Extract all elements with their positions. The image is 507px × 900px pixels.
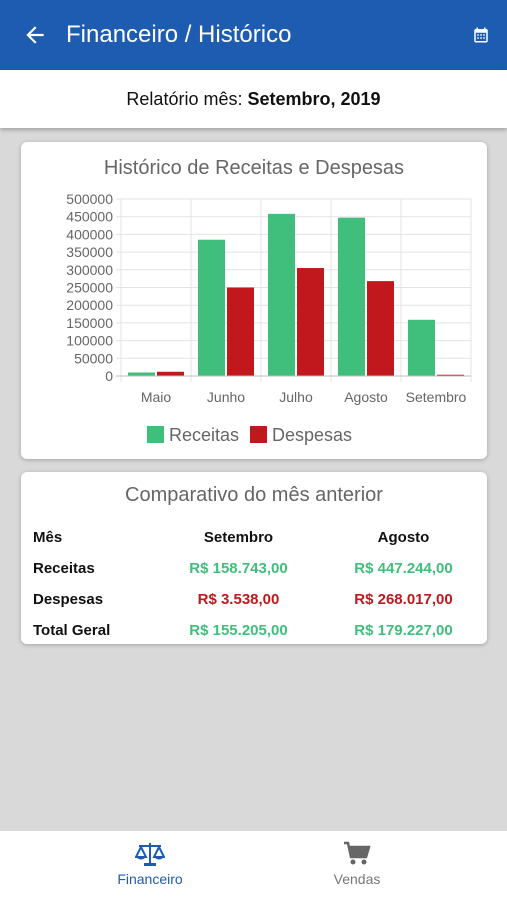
y-tick-label: 300000: [66, 262, 113, 278]
x-tick-label: Agosto: [344, 389, 388, 405]
y-tick-label: 150000: [66, 315, 113, 331]
legend-label: Despesas: [272, 425, 352, 445]
table-row: Receitas R$ 158.743,00 R$ 447.244,00: [21, 557, 487, 588]
bar-despesas: [227, 287, 254, 376]
row-label: Receitas: [33, 560, 95, 577]
comparison-header-row: Mês Setembro Agosto: [21, 526, 487, 557]
row-previous-value: R$ 447.244,00: [354, 560, 453, 577]
x-tick-label: Setembro: [406, 389, 467, 405]
legend-label: Receitas: [169, 425, 239, 445]
row-label: Total Geral: [33, 622, 111, 639]
calendar-icon[interactable]: [472, 26, 490, 44]
header-current: Setembro: [203, 529, 274, 546]
cart-icon: [344, 841, 371, 865]
bar-despesas: [157, 371, 184, 376]
arrow-left-icon[interactable]: [22, 22, 48, 48]
nav-vendas[interactable]: Vendas: [297, 841, 417, 887]
y-tick-label: 450000: [66, 209, 113, 225]
x-tick-label: Junho: [207, 389, 245, 405]
chart-title: Histórico de Receitas e Despesas: [104, 157, 404, 179]
nav-vendas-label: Vendas: [333, 871, 381, 887]
report-month-header: Relatório mês: Setembro, 2019: [0, 70, 507, 128]
row-label: Despesas: [33, 591, 104, 608]
bar-receitas: [128, 372, 155, 376]
balance-scale-icon: [135, 843, 165, 866]
history-chart-card: Histórico de Receitas e Despesas 500000 45…: [21, 142, 487, 459]
bar-receitas: [198, 239, 225, 376]
y-tick-label: 250000: [66, 280, 113, 296]
table-row: Total Geral R$ 155.205,00 R$ 179.227,00: [21, 619, 487, 650]
y-tick-label: 200000: [66, 297, 113, 313]
bar-despesas: [297, 268, 324, 376]
history-bar-chart: Histórico de Receitas e Despesas50000045…: [66, 157, 472, 445]
nav-financeiro-label: Financeiro: [117, 871, 183, 887]
x-tick-label: Julho: [279, 389, 313, 405]
row-current-value: R$ 155.205,00: [189, 622, 288, 639]
bottom-navigation: Financeiro Vendas: [0, 831, 507, 900]
bar-receitas: [338, 217, 365, 376]
nav-financeiro[interactable]: Financeiro: [90, 841, 210, 887]
y-tick-label: 350000: [66, 244, 113, 260]
bar-receitas: [408, 319, 435, 376]
row-previous-value: R$ 179.227,00: [354, 622, 453, 639]
header-month: Mês: [33, 529, 63, 546]
x-tick-label: Maio: [141, 389, 172, 405]
bar-despesas: [367, 281, 394, 376]
report-month-value: Setembro, 2019: [247, 89, 381, 109]
y-tick-label: 0: [105, 368, 113, 384]
comparison-card: Comparativo do mês anterior Mês Setembro…: [21, 472, 487, 644]
row-previous-value: R$ 268.017,00: [354, 591, 453, 608]
comparison-table: Mês Setembro Agosto Receitas R$ 158.743,…: [21, 526, 487, 650]
table-row: Despesas R$ 3.538,00 R$ 268.017,00: [21, 588, 487, 619]
header-previous: Agosto: [377, 529, 430, 546]
row-current-value: R$ 158.743,00: [189, 560, 288, 577]
legend-swatch: [147, 426, 164, 443]
legend-swatch: [250, 426, 267, 443]
row-current-value: R$ 3.538,00: [197, 591, 280, 608]
bar-receitas: [268, 213, 295, 376]
y-tick-label: 50000: [74, 350, 113, 366]
comparison-title: Comparativo do mês anterior: [125, 484, 383, 506]
app-bar: Financeiro / Histórico: [0, 0, 507, 70]
y-tick-label: 400000: [66, 226, 113, 242]
page-title: Financeiro / Histórico: [66, 21, 292, 48]
report-label: Relatório mês:: [126, 89, 243, 109]
y-tick-label: 500000: [66, 191, 113, 207]
y-tick-label: 100000: [66, 333, 113, 349]
